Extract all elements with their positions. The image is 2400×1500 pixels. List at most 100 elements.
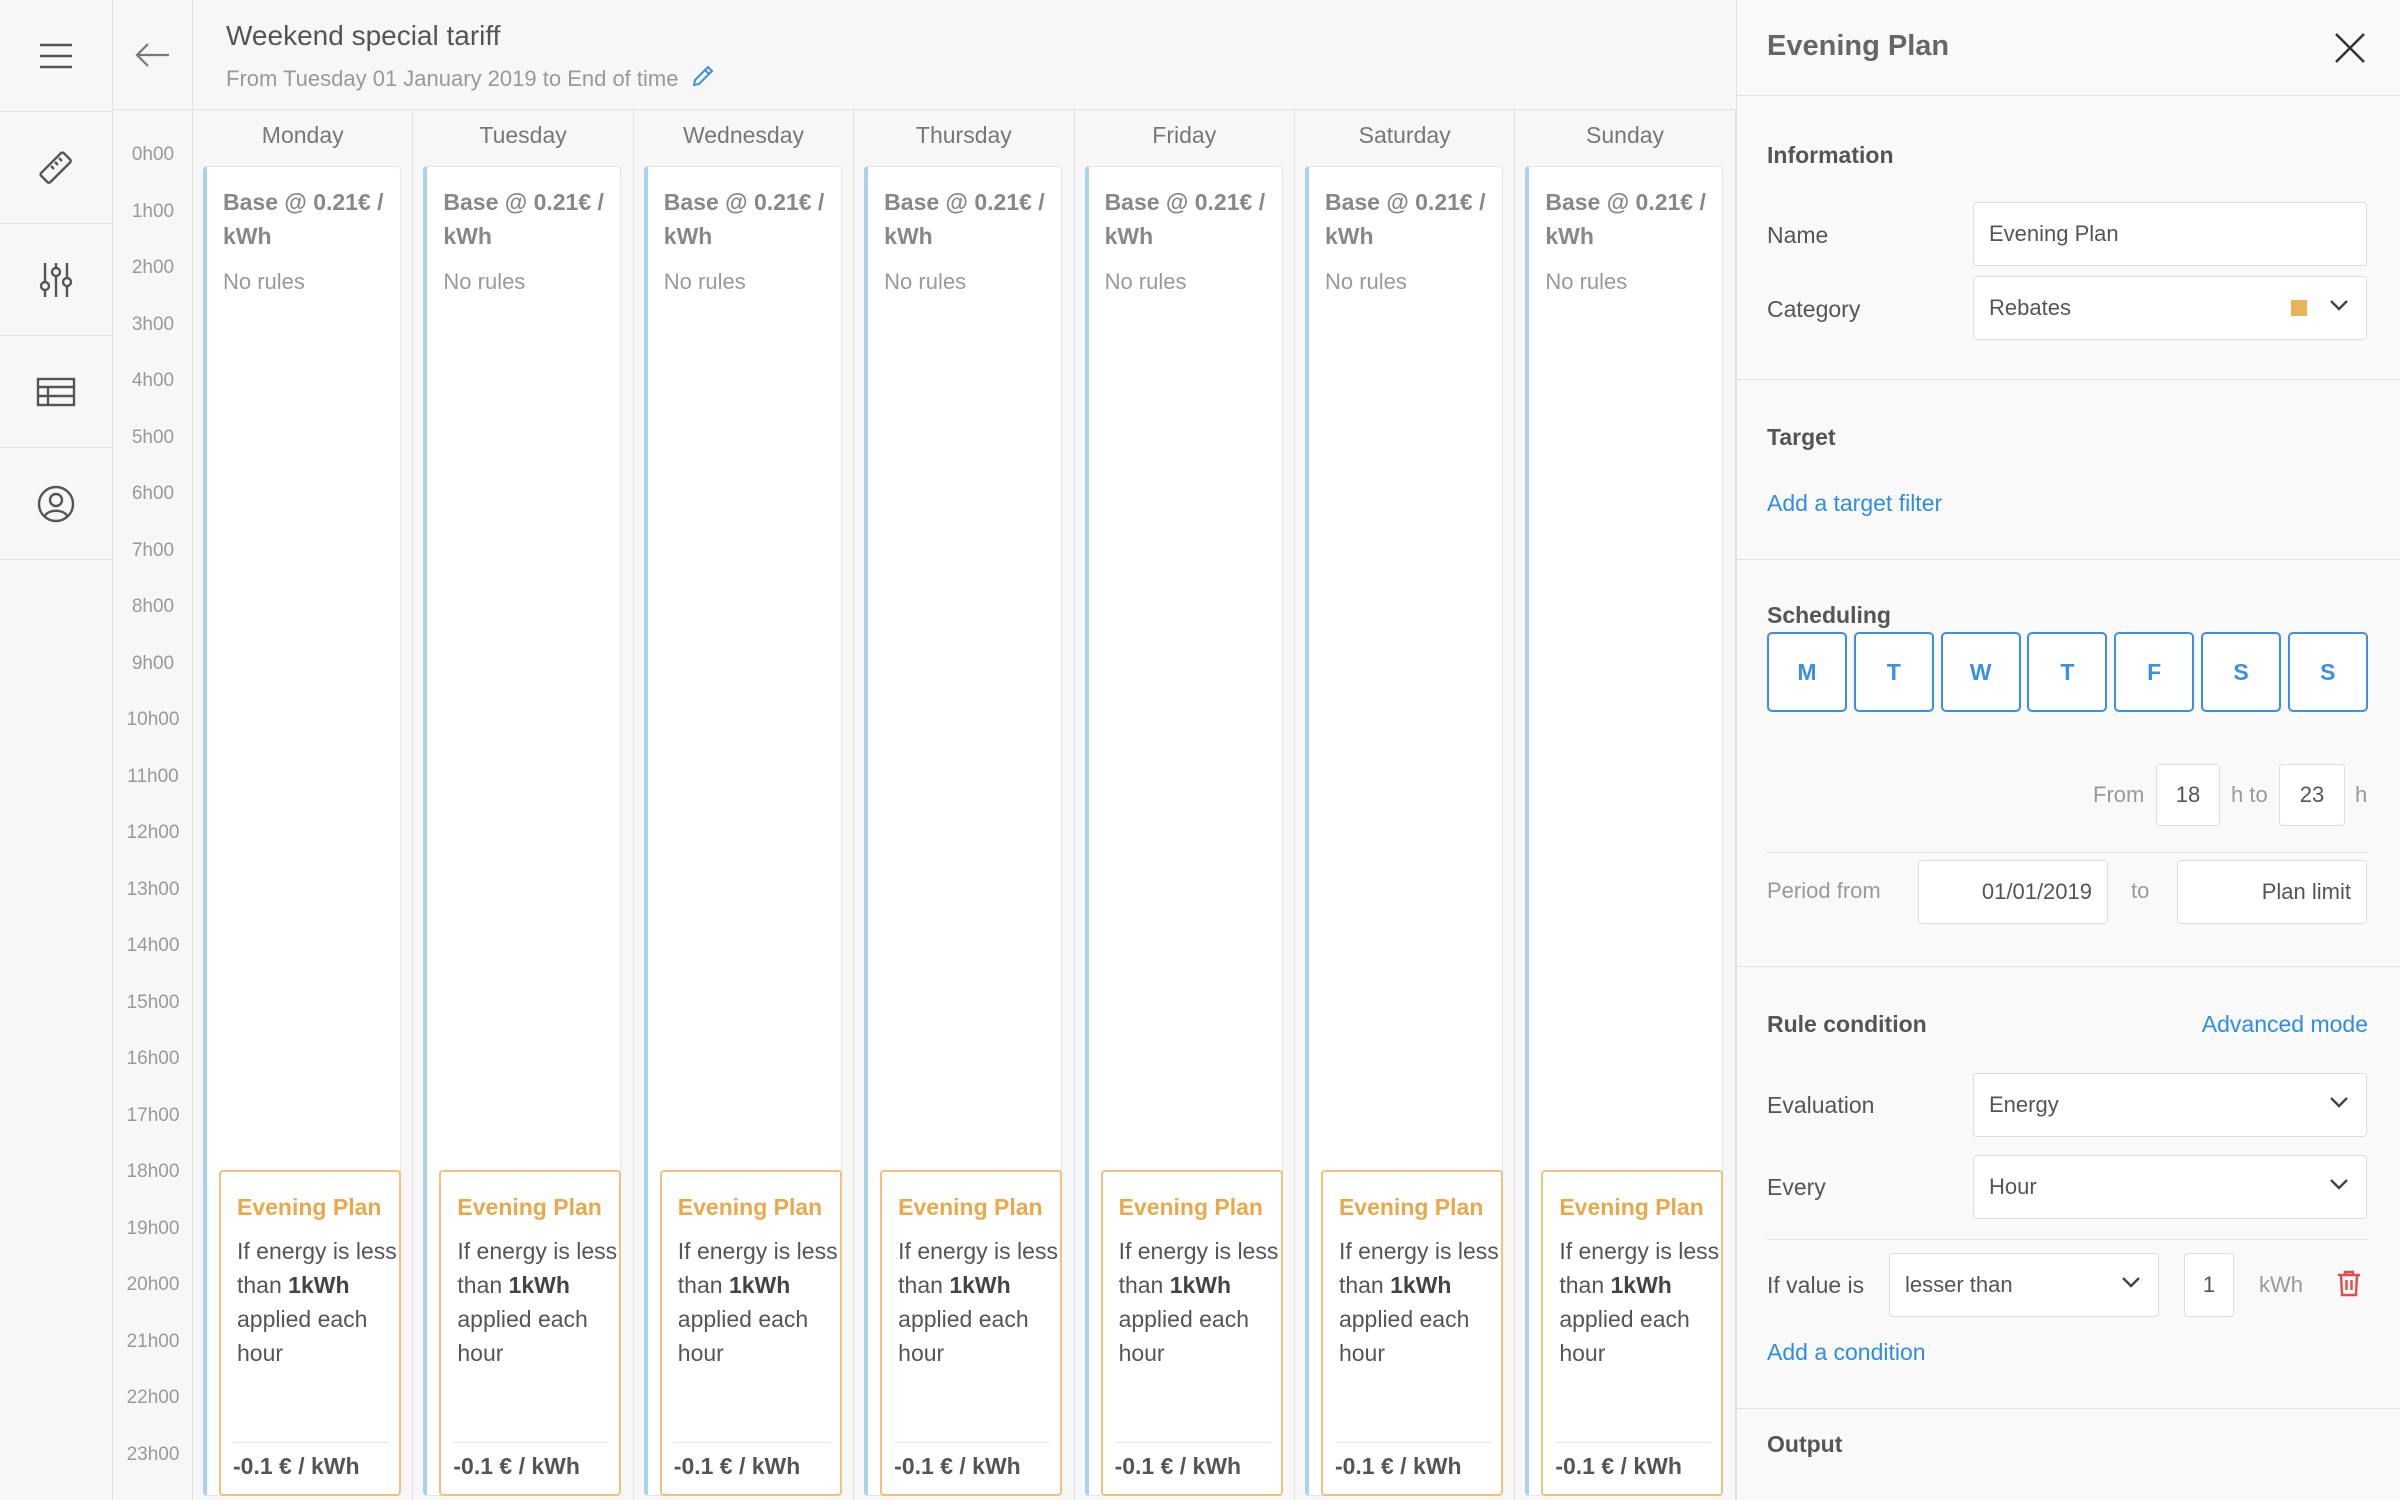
- close-button[interactable]: [2330, 28, 2370, 73]
- every-select[interactable]: Hour: [1973, 1155, 2367, 1219]
- plan-text-threshold: 1kWh: [508, 1272, 570, 1298]
- period-from-label: Period from: [1767, 878, 1881, 903]
- edit-period-button[interactable]: [690, 63, 716, 95]
- weekday-toggle[interactable]: F: [2114, 632, 2195, 712]
- name-input[interactable]: [1973, 202, 2367, 266]
- if-value-label: If value is: [1767, 1272, 1865, 1298]
- from-hour-input[interactable]: 18: [2156, 764, 2220, 826]
- plan-card-description: If energy is less than 1kWh applied each…: [1559, 1234, 1719, 1370]
- hour-label: 23h00: [126, 1443, 180, 1465]
- base-rate-rules: No rules: [223, 269, 305, 294]
- rule-condition-title: Rule condition: [1767, 1011, 1927, 1037]
- plan-card-price: -0.1 € / kWh: [673, 1442, 830, 1480]
- comparator-select[interactable]: lesser than: [1889, 1253, 2159, 1317]
- chevron-down-icon: [2119, 1270, 2143, 1300]
- plan-card-description: If energy is less than 1kWh applied each…: [457, 1234, 617, 1370]
- user-icon: [37, 485, 75, 522]
- advanced-mode-link[interactable]: Advanced mode: [2202, 1011, 2368, 1038]
- hour-label: 16h00: [126, 1048, 180, 1069]
- left-rail: [0, 0, 113, 1500]
- hour-to-label: h to: [2231, 782, 2268, 807]
- hour-label: 9h00: [131, 652, 175, 674]
- day-column: Base @ 0.21€ / kWh No rules Evening Plan If…: [413, 156, 634, 1500]
- hour-label: 19h00: [126, 1217, 180, 1239]
- divider: [1767, 852, 2368, 853]
- nav-measure[interactable]: [0, 112, 112, 224]
- information-section: Information Name Category Rebates: [1737, 96, 2400, 380]
- every-label: Every: [1767, 1174, 1826, 1200]
- day-header-row: Monday Tuesday Wednesday Thursday Friday Satu…: [193, 110, 1736, 156]
- to-hour-input[interactable]: 23: [2279, 764, 2345, 826]
- nav-table[interactable]: [0, 336, 112, 448]
- hour-suffix-label: h: [2355, 782, 2368, 807]
- panel-title: Evening Plan: [1767, 30, 1950, 62]
- plan-card-title: Evening Plan: [237, 1194, 382, 1220]
- hour-label: 2h00: [131, 257, 175, 278]
- close-icon: [2335, 33, 2365, 63]
- day-column: Base @ 0.21€ / kWh No rules Evening Plan If…: [1295, 156, 1516, 1500]
- plan-card-description: If energy is less than 1kWh applied each…: [1119, 1234, 1279, 1370]
- base-rate-rules: No rules: [443, 269, 526, 294]
- plan-text-threshold: 1kWh: [288, 1272, 350, 1298]
- plan-card-description: If energy is less than 1kWh applied each…: [678, 1234, 838, 1370]
- day-column: Base @ 0.21€ / kWh No rules Evening Plan If…: [1515, 156, 1736, 1500]
- period-to-input[interactable]: Plan limit: [2177, 860, 2367, 924]
- hour-label: 3h00: [131, 313, 175, 335]
- weekday-toggle[interactable]: M: [1767, 632, 1847, 712]
- hour-label: 17h00: [126, 1104, 180, 1126]
- category-color-swatch: [2291, 300, 2307, 316]
- hour-label: 8h00: [131, 596, 175, 617]
- hour-label: 15h00: [126, 991, 180, 1013]
- evening-plan-card[interactable]: Evening Plan If energy is less than 1kWh …: [1320, 1170, 1503, 1496]
- scheduling-section: Scheduling MTWTFSS From 18 h to 23 h Per…: [1737, 560, 2400, 967]
- menu-button[interactable]: [0, 0, 112, 112]
- unit-label: kWh: [2259, 1272, 2303, 1297]
- base-rate-rules: No rules: [1324, 269, 1407, 294]
- evening-plan-card[interactable]: Evening Plan If energy is less than 1kWh …: [219, 1170, 401, 1496]
- plan-card-price: -0.1 € / kWh: [233, 1442, 389, 1480]
- plan-text-threshold: 1kWh: [1390, 1272, 1452, 1298]
- panel-header: Evening Plan: [1737, 0, 2400, 96]
- hour-label: 18h00: [126, 1161, 180, 1182]
- evening-plan-card[interactable]: Evening Plan If energy is less than 1kWh …: [659, 1170, 842, 1496]
- plan-card-price: -0.1 € / kWh: [1555, 1442, 1712, 1480]
- plan-card-title: Evening Plan: [1338, 1194, 1484, 1220]
- back-button[interactable]: [113, 0, 193, 110]
- information-title: Information: [1767, 142, 1894, 168]
- evening-plan-card[interactable]: Evening Plan If energy is less than 1kWh …: [880, 1170, 1063, 1496]
- plan-card-description: If energy is less than 1kWh applied each…: [237, 1234, 397, 1370]
- plan-text-threshold: 1kWh: [949, 1272, 1011, 1298]
- condition-value-input[interactable]: 1: [2184, 1253, 2234, 1317]
- plan-text-post: applied each hour: [1338, 1306, 1470, 1366]
- hour-label: 21h00: [126, 1330, 180, 1352]
- weekday-toggle[interactable]: S: [2201, 632, 2281, 712]
- evening-plan-card[interactable]: Evening Plan If energy is less than 1kWh …: [1541, 1170, 1724, 1496]
- nav-account[interactable]: [0, 448, 112, 560]
- hour-label: 12h00: [126, 822, 180, 843]
- nav-settings[interactable]: [0, 224, 112, 336]
- plan-card-title: Evening Plan: [1118, 1194, 1263, 1220]
- weekday-toggle[interactable]: T: [1853, 632, 1934, 712]
- evening-plan-card[interactable]: Evening Plan If energy is less than 1kWh …: [1100, 1170, 1283, 1496]
- scheduling-title: Scheduling: [1767, 602, 1891, 628]
- add-condition-link[interactable]: Add a condition: [1767, 1339, 1926, 1366]
- hour-axis: 0h00 1h00 2h00 3h00 4h00 5h00 6h00 7h00 8h00 9h00…: [113, 110, 193, 1500]
- tariff-header: Weekend special tariff From Tuesday 01 J…: [113, 0, 1736, 110]
- plan-card-description: If energy is less than 1kWh applied each…: [1339, 1234, 1499, 1370]
- weekday-toggle[interactable]: S: [2287, 632, 2368, 712]
- weekday-toggle[interactable]: W: [1940, 632, 2021, 712]
- evaluation-select[interactable]: Energy: [1973, 1073, 2367, 1137]
- category-select[interactable]: Rebates: [1973, 276, 2367, 340]
- delete-condition-button[interactable]: [2334, 1268, 2364, 1303]
- evaluation-label: Evaluation: [1767, 1092, 1875, 1118]
- every-value: Hour: [1989, 1174, 2037, 1199]
- base-rate-title: Base @ 0.21€ / kWh: [223, 189, 384, 249]
- plan-text-threshold: 1kWh: [1169, 1272, 1232, 1298]
- trash-icon: [2338, 1270, 2360, 1297]
- base-rate-rules: No rules: [663, 269, 746, 294]
- hour-label: 6h00: [131, 483, 175, 504]
- add-target-filter-link[interactable]: Add a target filter: [1767, 490, 1942, 517]
- period-from-input[interactable]: 01/01/2019: [1918, 860, 2108, 924]
- evening-plan-card[interactable]: Evening Plan If energy is less than 1kWh …: [439, 1170, 622, 1496]
- weekday-toggle[interactable]: T: [2027, 632, 2108, 712]
